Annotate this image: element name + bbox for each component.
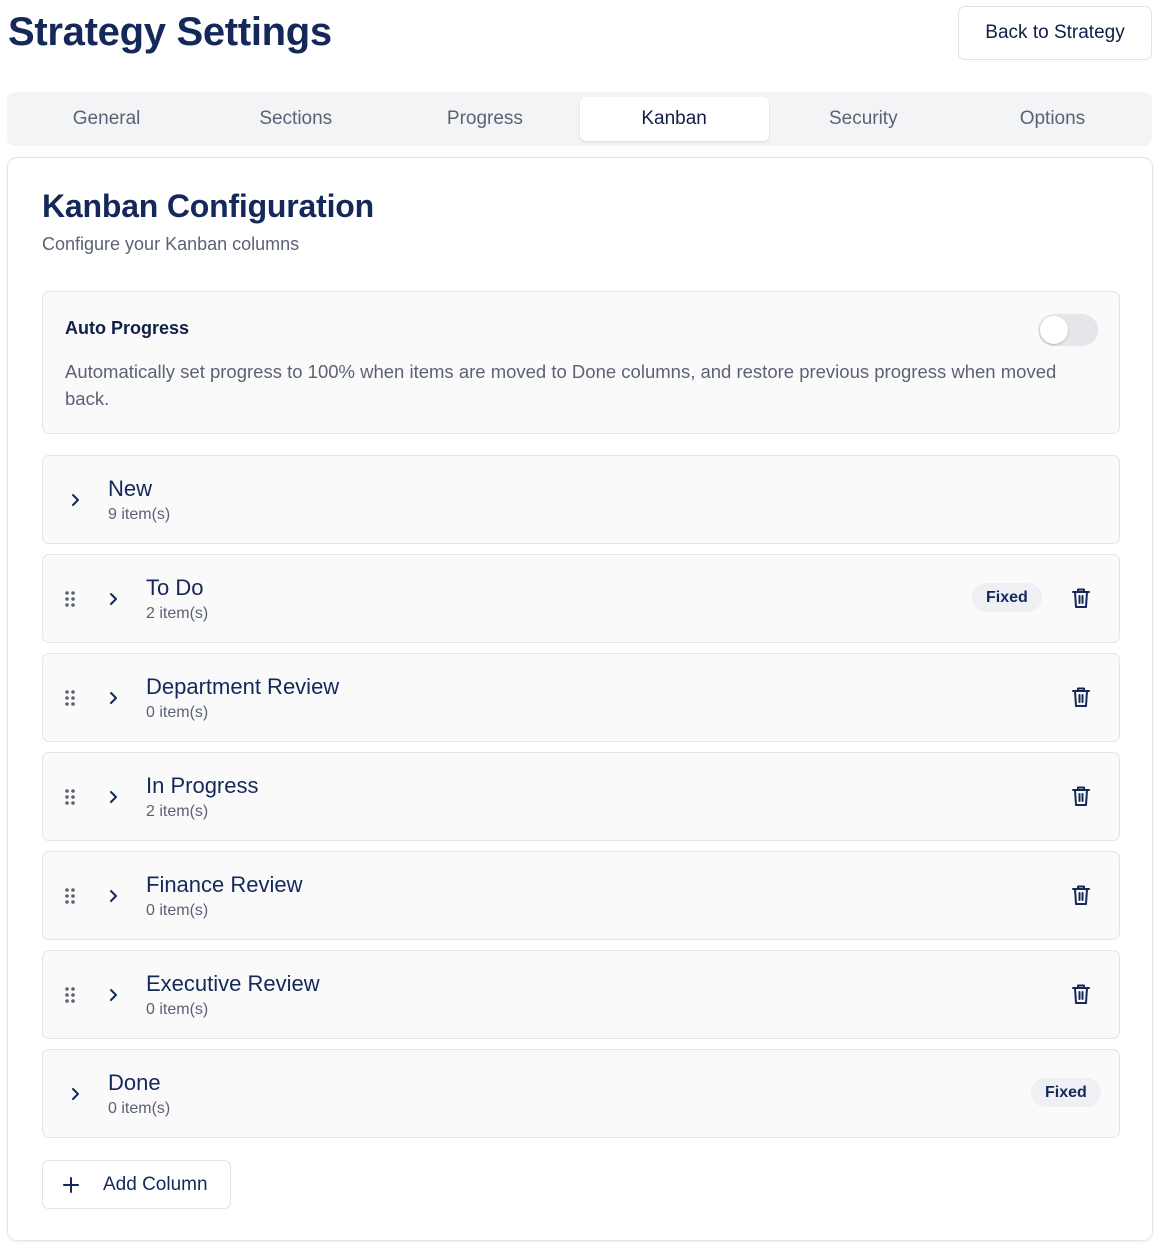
kanban-column-row: New 9 item(s) — [42, 455, 1120, 544]
page-title: Strategy Settings — [8, 10, 332, 54]
trash-icon[interactable] — [1071, 686, 1091, 708]
column-name: Done — [108, 1070, 161, 1095]
auto-progress-panel: Auto Progress Automatically set progress… — [42, 291, 1120, 434]
column-item-count: 2 item(s) — [146, 803, 209, 820]
column-item-count: 0 item(s) — [108, 1100, 171, 1117]
column-item-count: 9 item(s) — [108, 506, 171, 523]
kanban-column-row: In Progress 2 item(s) — [42, 752, 1120, 841]
settings-tabs: General Sections Progress Kanban Securit… — [7, 92, 1152, 146]
chevron-right-icon[interactable] — [107, 688, 121, 708]
chevron-right-icon[interactable] — [69, 1084, 83, 1104]
plus-icon — [63, 1176, 79, 1193]
drag-handle-icon[interactable] — [63, 985, 77, 1005]
trash-icon[interactable] — [1071, 785, 1091, 807]
drag-handle-icon[interactable] — [63, 787, 77, 807]
column-item-count: 2 item(s) — [146, 605, 209, 622]
trash-icon[interactable] — [1071, 587, 1091, 609]
trash-icon[interactable] — [1071, 983, 1091, 1005]
column-name: In Progress — [146, 773, 259, 798]
kanban-column-row: To Do 2 item(s) Fixed — [42, 554, 1120, 643]
card-title: Kanban Configuration — [42, 188, 374, 224]
kanban-column-row: Executive Review 0 item(s) — [42, 950, 1120, 1039]
drag-handle-icon[interactable] — [63, 886, 77, 906]
auto-progress-label: Auto Progress — [65, 318, 190, 338]
chevron-right-icon[interactable] — [107, 787, 121, 807]
tab-general[interactable]: General — [12, 97, 201, 141]
card-subtitle: Configure your Kanban columns — [42, 234, 300, 254]
kanban-column-row: Finance Review 0 item(s) — [42, 851, 1120, 940]
fixed-badge: Fixed — [972, 583, 1042, 612]
chevron-right-icon[interactable] — [69, 490, 83, 510]
column-name: Department Review — [146, 674, 340, 699]
drag-handle-icon[interactable] — [63, 688, 77, 708]
column-name: Executive Review — [146, 971, 320, 996]
add-column-button[interactable]: Add Column — [42, 1160, 231, 1209]
chevron-right-icon[interactable] — [107, 886, 121, 906]
column-name: Finance Review — [146, 872, 303, 897]
tab-security[interactable]: Security — [769, 97, 958, 141]
tab-kanban[interactable]: Kanban — [579, 97, 769, 141]
toggle-knob — [1040, 316, 1068, 344]
tab-sections[interactable]: Sections — [201, 97, 390, 141]
back-to-strategy-button[interactable]: Back to Strategy — [958, 6, 1152, 60]
column-item-count: 0 item(s) — [146, 902, 209, 919]
kanban-column-row: Department Review 0 item(s) — [42, 653, 1120, 742]
tab-options[interactable]: Options — [958, 97, 1147, 141]
column-name: New — [108, 476, 153, 501]
kanban-configuration-card: Kanban Configuration Configure your Kanb… — [7, 157, 1153, 1241]
auto-progress-description: Automatically set progress to 100% when … — [65, 361, 1057, 409]
fixed-badge: Fixed — [1031, 1078, 1101, 1107]
kanban-column-row: Done 0 item(s) Fixed — [42, 1049, 1120, 1138]
drag-handle-icon[interactable] — [63, 589, 77, 609]
column-name: To Do — [146, 575, 204, 600]
column-item-count: 0 item(s) — [146, 1001, 209, 1018]
add-column-label: Add Column — [103, 1173, 208, 1195]
trash-icon[interactable] — [1071, 884, 1091, 906]
chevron-right-icon[interactable] — [107, 985, 121, 1005]
column-item-count: 0 item(s) — [146, 704, 209, 721]
chevron-right-icon[interactable] — [107, 589, 121, 609]
auto-progress-toggle[interactable] — [1038, 314, 1098, 346]
tab-progress[interactable]: Progress — [390, 97, 579, 141]
